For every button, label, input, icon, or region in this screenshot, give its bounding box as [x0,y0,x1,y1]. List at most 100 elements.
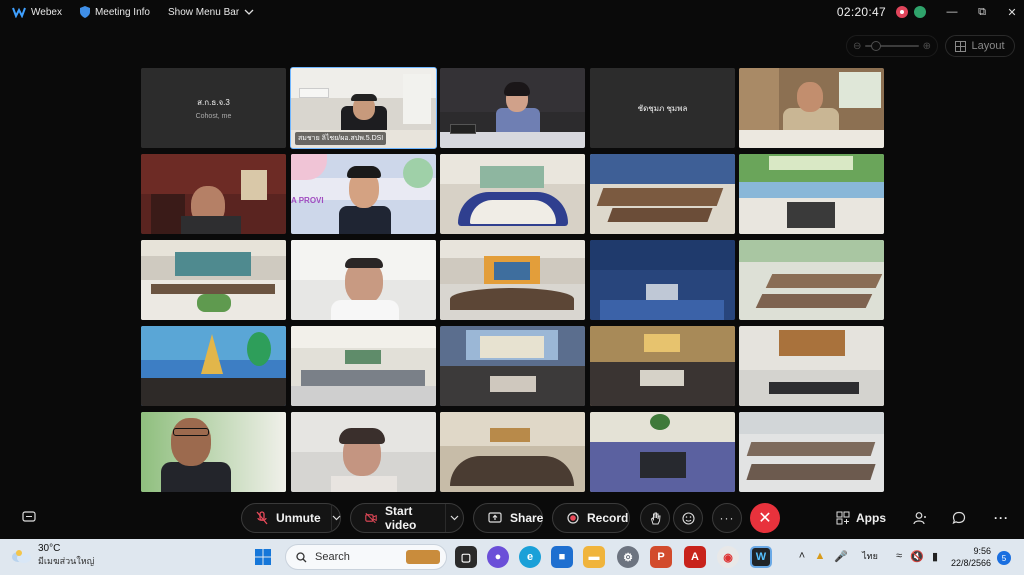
show-menu-bar-button[interactable]: Show Menu Bar [162,0,260,24]
unmute-button[interactable]: Unmute [241,503,341,533]
notification-badge[interactable]: 5 [997,551,1011,565]
volume-muted-icon[interactable]: 🔇 [908,545,926,567]
wifi-icon[interactable]: ≈ [890,545,908,567]
emoji-icon [681,511,695,525]
participant-tile[interactable] [291,240,436,320]
meeting-info-button[interactable]: Meeting Info [74,0,156,24]
participant-tile[interactable]: ชัดชุมภ ชุมพล [590,68,735,148]
webex-app-menu[interactable]: Webex [6,0,68,24]
participant-tile[interactable] [440,240,585,320]
edge-button[interactable]: e [519,546,541,568]
participant-tile[interactable]: ส.ก.ธ.จ.3 Cohost, me [141,68,286,148]
minimize-button[interactable]: — [940,0,964,24]
record-icon [567,512,579,524]
tray-overflow-chevron-icon[interactable]: ˄ [793,545,811,567]
language-indicator[interactable]: ไทย [858,545,882,567]
start-video-button[interactable]: Start video [350,503,464,533]
participant-tile[interactable] [739,68,884,148]
participant-role: Cohost, me [195,113,232,120]
colosseum-highlight-icon [406,550,440,564]
participant-tile[interactable] [590,326,735,406]
chat-button[interactable] [952,506,966,530]
share-screen-icon [488,512,502,523]
audio-options-chevron-icon[interactable] [330,504,341,532]
participants-icon [913,512,926,525]
webex-icon: W [755,551,767,563]
participant-tile[interactable] [739,154,884,234]
participant-tile[interactable] [590,412,735,492]
close-icon: ✕ [758,510,772,527]
participant-tile[interactable] [291,412,436,492]
task-view-button[interactable]: ▢ [455,546,477,568]
more-options-button[interactable]: ··· [712,503,742,533]
teams-chat-button[interactable]: ● [487,546,509,568]
start-video-label: Start video [385,504,417,532]
participant-tile[interactable] [440,154,585,234]
powerpoint-icon: P [657,551,665,563]
video-options-chevron-icon[interactable] [444,504,463,532]
weather-widget[interactable]: 30°C มีเมฆส่วนใหญ่ [10,543,94,568]
taskbar-clock[interactable]: 9:56 22/8/2566 [945,545,991,569]
webex-taskbar-button[interactable]: W [750,546,772,568]
apps-label: Apps [856,511,886,525]
grid-layout-icon [955,40,967,52]
participant-tile[interactable] [440,68,585,148]
file-explorer-button[interactable]: ▬ [583,546,605,568]
taskbar-time: 9:56 [973,546,991,556]
participant-tile[interactable] [141,154,286,234]
participant-tile[interactable] [291,326,436,406]
chrome-button[interactable]: ◉ [717,546,739,568]
shield-icon [79,6,90,18]
participant-tile[interactable] [440,326,585,406]
participant-tile[interactable] [739,412,884,492]
powerpoint-button[interactable]: P [650,546,672,568]
participant-name: ส.ก.ธ.จ.3 [197,98,230,107]
reactions-button[interactable] [673,503,703,533]
share-label: Share [510,511,544,525]
mic-muted-icon [256,511,268,525]
zoom-out-icon[interactable]: ⊖ [853,41,861,52]
settings-button[interactable]: ⚙ [617,546,639,568]
weather-description: มีเมฆส่วนใหญ่ [38,556,95,566]
video-grid: ส.ก.ธ.จ.3 Cohost, me สมชาย ลิไชย/ผอ.สปพ.… [141,67,884,493]
participants-button[interactable] [913,506,927,530]
app-name: Webex [31,6,62,18]
start-menu-button[interactable] [252,546,274,568]
tray-mic-muted-icon[interactable]: 🎤 [832,545,850,567]
close-window-button[interactable]: ✕ [1000,0,1024,24]
participant-tile[interactable] [590,240,735,320]
weather-temp: 30°C [38,543,61,554]
end-meeting-button[interactable]: ✕ [750,503,780,533]
participant-tile[interactable] [440,412,585,492]
more-panels-button[interactable]: ··· [994,506,1009,530]
zoom-in-icon[interactable]: ⊕ [923,41,931,52]
participant-tile[interactable] [141,326,286,406]
participant-tile[interactable]: A PROVI [291,154,436,234]
restore-button[interactable]: ⧉ [970,0,994,24]
participant-tile[interactable] [141,240,286,320]
taskbar-search[interactable]: Search [285,544,447,570]
store-icon: ■ [558,551,566,563]
apps-button[interactable]: Apps [836,506,886,530]
apps-icon [836,511,850,525]
participant-tile-active-speaker[interactable]: สมชาย ลิไชย/ผอ.สปพ.5.DSI [290,67,437,149]
participant-tile[interactable] [141,412,286,492]
participant-tile[interactable] [739,326,884,406]
cloud-icon [12,549,31,563]
webex-logo-icon [12,7,26,18]
meeting-controls: Unmute Start video Share Record ··· ✕ Ap… [0,500,1024,536]
network-health-icon[interactable] [914,6,926,18]
share-button[interactable]: Share [473,503,543,533]
battery-icon[interactable]: ▮ [926,545,944,567]
chat-icon: ● [494,551,502,563]
acrobat-button[interactable]: A [684,546,706,568]
layout-button[interactable]: Layout [945,35,1015,57]
zoom-slider[interactable]: ⊖ ⊕ [846,35,938,57]
participant-tile[interactable] [739,240,884,320]
record-button[interactable]: Record [552,503,630,533]
raise-hand-button[interactable] [640,503,670,533]
tray-security-icon[interactable]: ▲ [811,545,829,567]
store-button[interactable]: ■ [551,546,573,568]
record-label: Record [587,511,629,525]
participant-tile[interactable] [590,154,735,234]
